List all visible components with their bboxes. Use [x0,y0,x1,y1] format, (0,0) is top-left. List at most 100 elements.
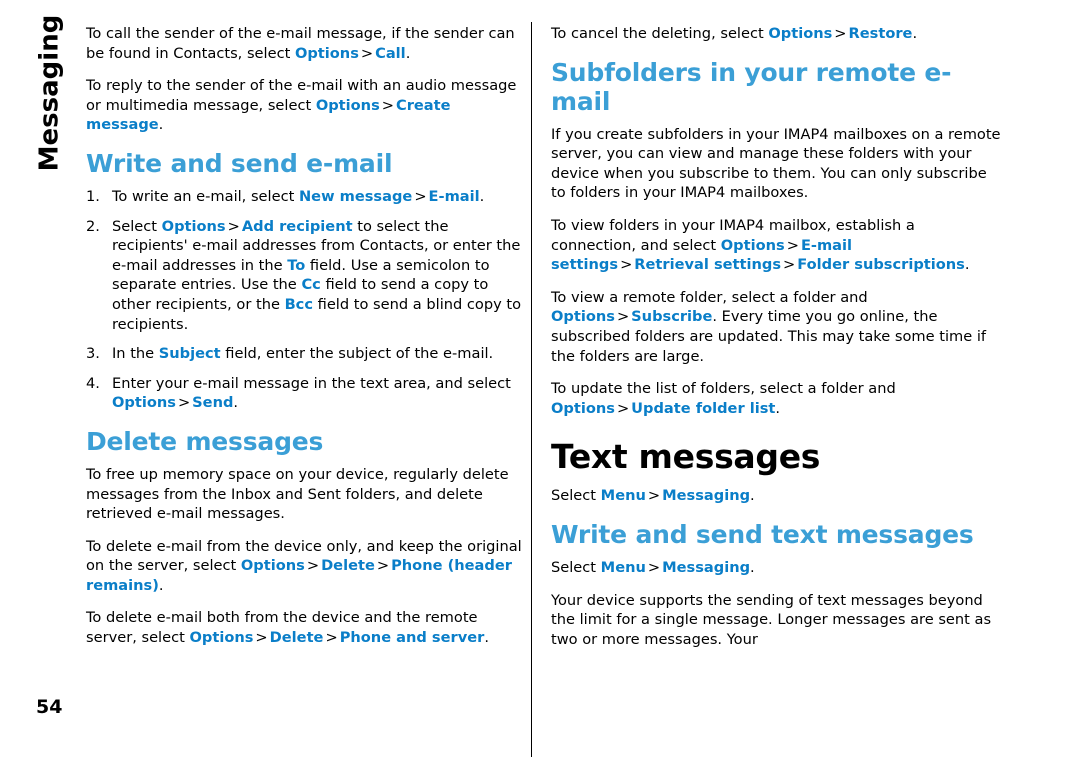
ui-term: Options [161,217,226,235]
ui-term: Options [240,557,305,575]
para-reply-audio: To reply to the sender of the e-mail wit… [86,76,526,135]
text-run: Enter your e-mail message in the text ar… [112,374,511,392]
ui-term: Retrieval settings [634,256,782,274]
text-run: . [158,576,164,594]
chapter-tab-label: Messaging [34,14,64,172]
ui-term: Add recipient [241,217,353,235]
para-imap-subfolders: If you create subfolders in your IMAP4 m… [551,125,1001,202]
text-run: field, enter the subject of the e-mail. [220,345,494,363]
ui-term: Restore [848,25,913,42]
ui-term: New message [298,187,413,205]
text-run: . [233,394,239,412]
ui-term: Subscribe [631,308,713,326]
heading-write-send-email: Write and send e-mail [86,148,393,178]
text-run: To update the list of folders, select a … [551,380,896,398]
ui-term: Subject [158,345,221,363]
separator: > [414,187,427,205]
separator: > [647,487,661,505]
ui-term: E-mail [428,187,480,205]
separator: > [616,308,630,326]
ui-term: Options [551,399,615,417]
list-item: Select Options > Add recipient to select t… [86,217,526,335]
heading-write-send-text: Write and send text messages [551,519,974,549]
ui-term: Cc [301,276,321,294]
text-run: To view a remote folder, select a folder… [551,288,868,306]
document-page: Messaging 54 To call the sender of the e… [0,0,1080,779]
ui-term: Menu [600,558,646,576]
separator: > [647,558,661,576]
heading-delete-messages: Delete messages [86,426,324,456]
para-free-memory: To free up memory space on your device, … [86,465,509,523]
ui-term: Messaging [662,558,751,576]
heading-text-messages: Text messages [551,437,821,477]
ui-term: Messaging [662,487,751,505]
text-run: To cancel the deleting, select [551,25,769,42]
text-run: . [964,256,970,274]
ui-term: Options [112,394,176,412]
steps-list-write-email: To write an e-mail, select New message > E… [86,187,526,413]
para-delete-both: To delete e-mail both from the device an… [86,608,526,647]
para-view-folders: To view folders in your IMAP4 mailbox, e… [551,216,1001,275]
separator: > [227,217,240,235]
list-item: To write an e-mail, select New message > E… [86,187,526,207]
text-run: . [479,187,485,205]
separator: > [616,399,630,417]
text-run: Select [551,558,601,576]
para-delete-device-only: To delete e-mail from the device only, a… [86,537,526,596]
para-call-sender: To call the sender of the e-mail message… [86,24,526,63]
text-run: . [912,25,918,42]
separator: > [306,557,320,575]
text-run: . [405,44,411,62]
left-column: To call the sender of the e-mail message… [86,24,526,661]
separator: > [834,25,847,42]
text-run: . [750,558,755,576]
ui-term: Options [189,629,254,647]
text-run: . [484,629,489,647]
text-run: To write an e-mail, select [112,187,299,205]
ui-term: Send [192,394,234,412]
ui-term: Options [768,25,833,42]
text-run: Select [112,217,162,235]
ui-term: Folder subscriptions [797,256,965,274]
ui-term: Options [315,96,380,114]
para-select-menu-1: Select Menu > Messaging. [551,486,1001,506]
ui-term: Options [551,308,615,326]
ui-term: Call [375,44,406,62]
para-select-menu-2: Select Menu > Messaging. [551,558,1001,578]
separator: > [783,256,796,274]
column-divider [531,22,532,757]
separator: > [381,96,394,114]
right-column: To cancel the deleting, select Options > R… [551,24,1001,662]
ui-term: To [287,256,306,274]
chapter-tab: Messaging [22,15,76,172]
text-run: Select [551,487,601,505]
text-run: To reply to the sender of the e-mail wit… [86,77,517,114]
text-run: In the [112,345,159,363]
page-number: 54 [36,696,63,718]
separator: > [325,629,338,647]
para-cancel-delete: To cancel the deleting, select Options > R… [551,24,1001,44]
separator: > [360,44,374,62]
ui-term: Menu [600,487,646,505]
ui-term: Delete [269,629,324,647]
ui-term: Update folder list [631,399,776,417]
list-item: In the Subject field, enter the subject … [86,344,526,364]
para-view-remote-folder: To view a remote folder, select a folder… [551,288,1001,366]
text-run: . [775,399,781,417]
separator: > [376,557,390,575]
separator: > [177,394,191,412]
text-run: . [750,487,755,505]
separator: > [786,236,799,254]
text-run: . [158,116,164,134]
ui-term: Bcc [284,295,313,313]
ui-term: Options [720,236,785,254]
ui-term: Delete [321,557,375,575]
heading-subfolders: Subfolders in your remote e-mail [551,57,952,116]
separator: > [620,256,633,274]
para-update-list: To update the list of folders, select a … [551,379,1001,418]
list-item: Enter your e-mail message in the text ar… [86,374,526,413]
separator: > [255,629,268,647]
ui-term: Options [294,44,359,62]
ui-term: Phone and server [339,629,485,647]
para-device-supports: Your device supports the sending of text… [551,591,992,648]
